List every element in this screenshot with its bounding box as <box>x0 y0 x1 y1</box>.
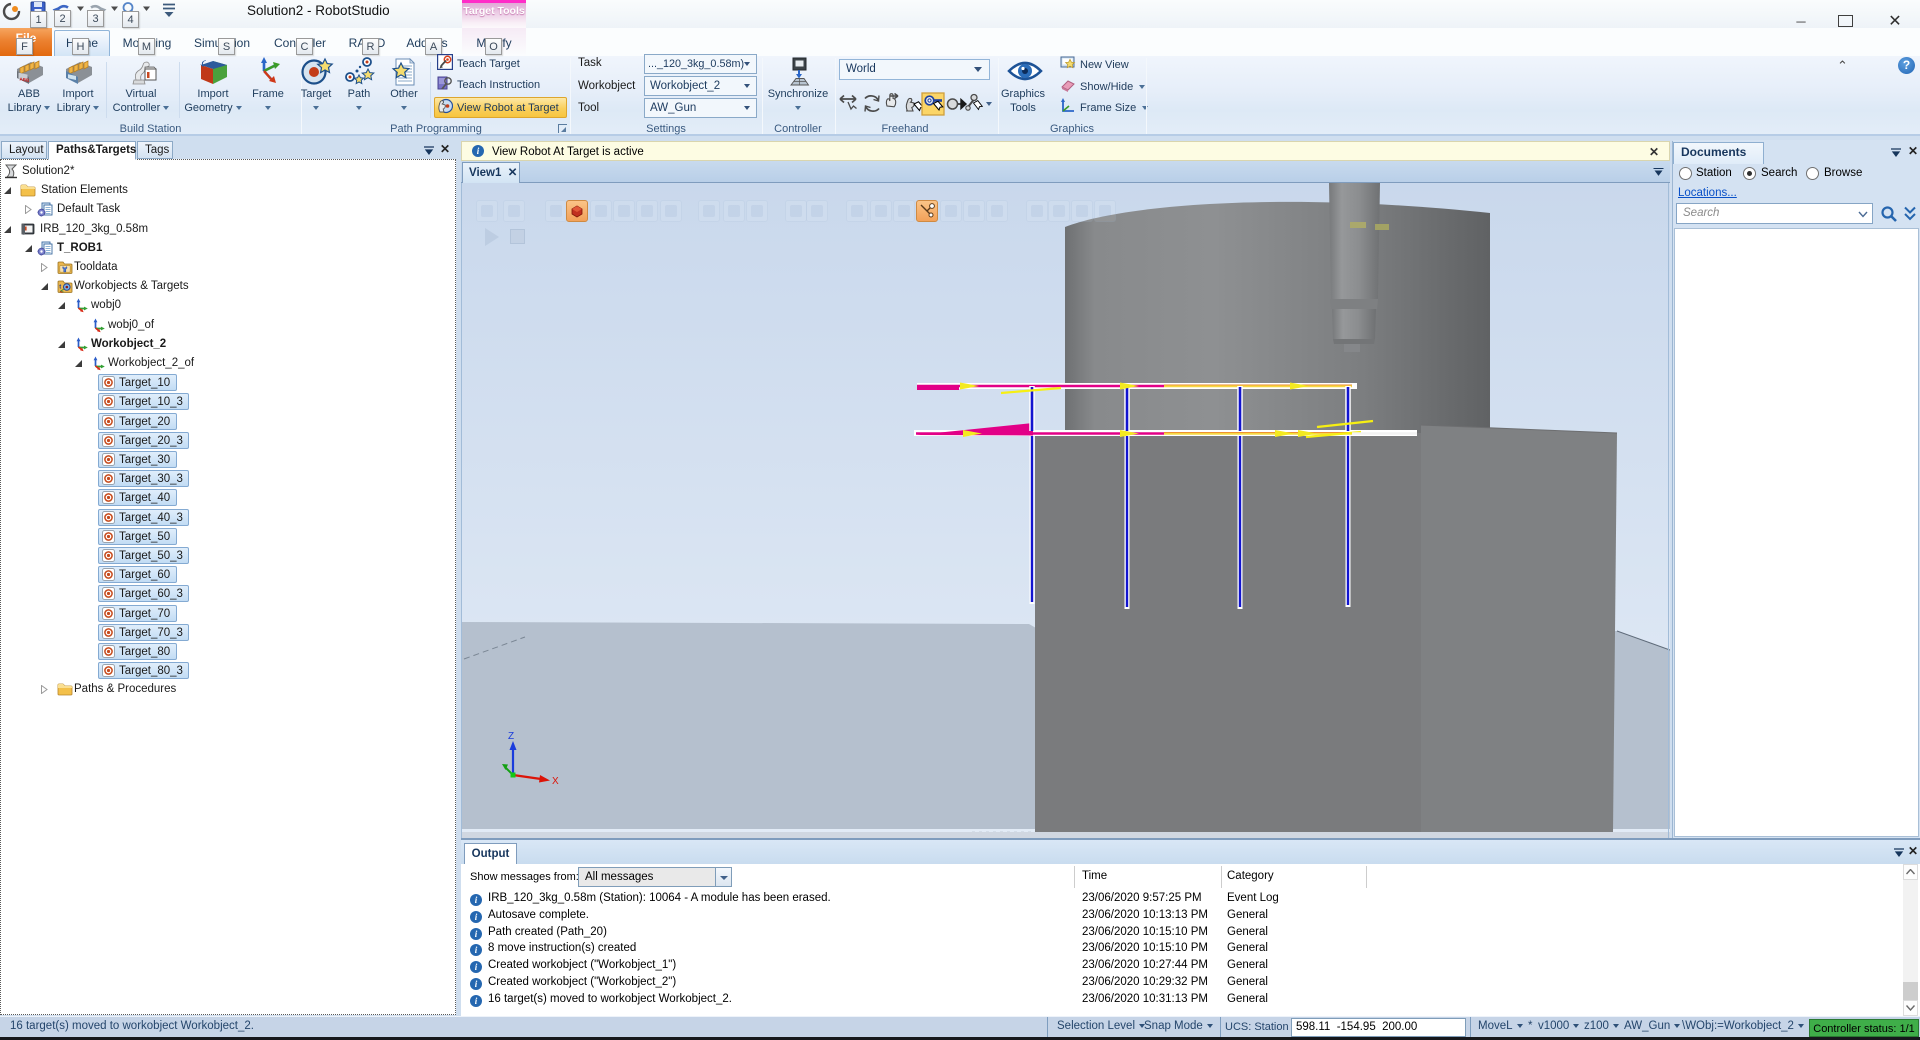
svg-text:t: t <box>59 285 61 291</box>
svg-text:Z: Z <box>508 731 514 742</box>
svg-text:X: X <box>552 776 559 787</box>
